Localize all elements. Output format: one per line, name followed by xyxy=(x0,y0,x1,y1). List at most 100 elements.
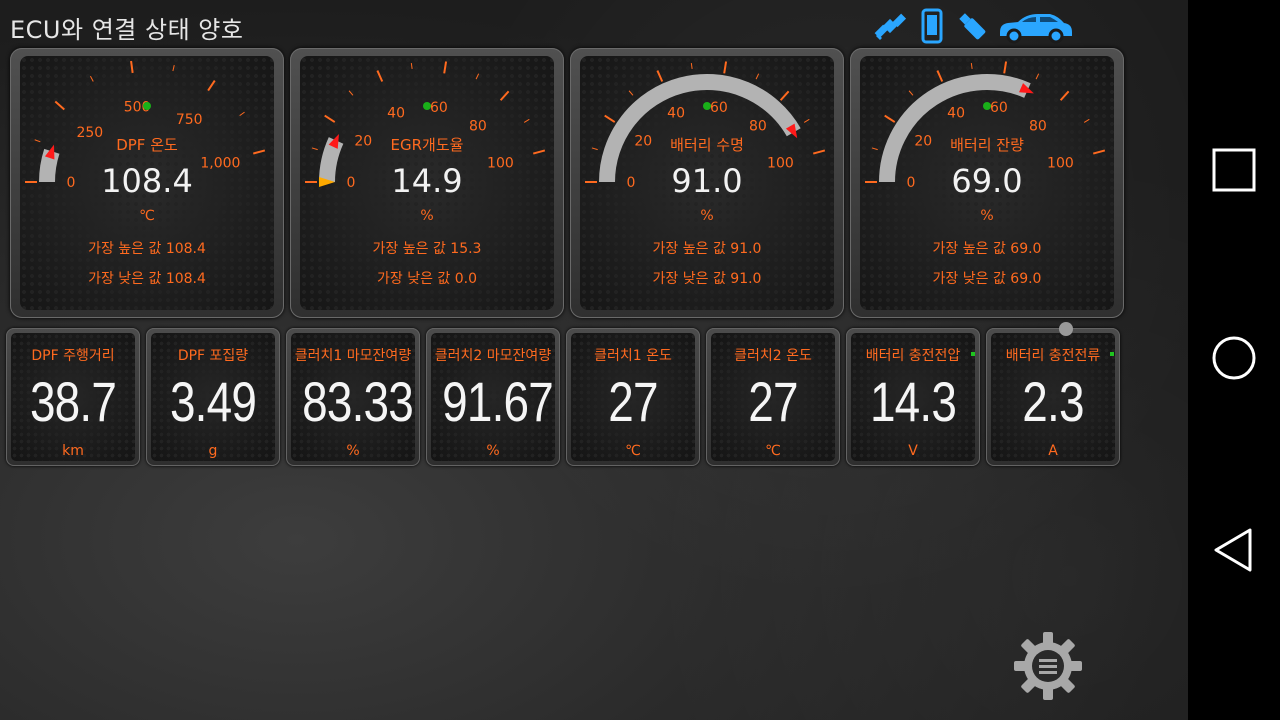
gauge-min-text: 가장 낮은 값 0.0 xyxy=(376,271,477,287)
tile-unit: % xyxy=(346,443,360,459)
home-circle-icon[interactable] xyxy=(1210,334,1258,382)
gauge-label: DPF 온도 xyxy=(116,136,178,154)
gauge-tick xyxy=(207,80,216,92)
gauge-minor-tick xyxy=(1035,73,1040,80)
gauge-minor-tick xyxy=(475,73,480,80)
gauge-minor-tick xyxy=(89,75,94,82)
gauge-minor-tick xyxy=(239,111,245,117)
tile-unit: A xyxy=(1048,443,1058,459)
connection-status-title: ECU와 연결 상태 양호 xyxy=(10,16,244,44)
tile-label: 클러치2 온도 xyxy=(734,348,812,364)
gauge-minor-tick xyxy=(410,62,413,70)
tile-dpf-soot-load[interactable]: DPF 포집량 3.49 g xyxy=(146,328,280,466)
gauge-tick-label: 60 xyxy=(710,100,728,116)
tile-label: DPF 주행거리 xyxy=(31,348,115,364)
gauge-unit: % xyxy=(420,208,434,224)
tile-unit: ℃ xyxy=(625,443,641,459)
gauge-battery-charge[interactable]: 0 20 40 60 80 100 배터리 잔량 69.0 % 가장 높은 값 69.0 … xyxy=(850,48,1124,318)
gauge-egr-opening[interactable]: 0 20 40 60 80 100 EGR개도율 14.9 % 가장 높은 값 15.3 … xyxy=(290,48,564,318)
gauge-tick xyxy=(130,60,134,74)
gauge-unit: ℃ xyxy=(139,208,155,224)
status-dot xyxy=(1110,352,1114,356)
gauge-max-text: 가장 높은 값 108.4 xyxy=(88,241,206,257)
tile-unit: % xyxy=(486,443,500,459)
gauge-unit: % xyxy=(700,208,714,224)
tile-value: 2.3 xyxy=(1022,370,1084,433)
gauge-tick-label: 60 xyxy=(990,100,1008,116)
gauge-label: 배터리 잔량 xyxy=(950,136,1024,154)
satellite-icon xyxy=(874,13,907,40)
gauge-max-text: 가장 높은 값 69.0 xyxy=(932,241,1042,257)
gauge-minor-tick xyxy=(970,62,973,70)
gauge-center-dot xyxy=(983,102,991,110)
gauge-tick-label: 80 xyxy=(469,119,487,135)
settings-gear-menu-icon[interactable] xyxy=(1012,630,1084,702)
gauge-minor-tick xyxy=(523,118,530,123)
gauge-tick xyxy=(779,90,790,101)
car-icon xyxy=(1000,14,1072,44)
gauge-tick xyxy=(604,114,616,123)
gauge-min-text: 가장 낮은 값 108.4 xyxy=(88,271,206,287)
gauge-tick xyxy=(324,114,336,123)
gauge-minor-tick xyxy=(1083,118,1090,123)
gauge-minor-tick xyxy=(803,118,810,123)
gauge-tick-label: 40 xyxy=(667,106,685,122)
gauge-tick-label: 750 xyxy=(176,112,203,128)
tile-value: 3.49 xyxy=(169,370,257,433)
status-dot xyxy=(971,352,975,356)
phone-icon xyxy=(921,8,943,44)
gauge-tick xyxy=(443,61,448,74)
gauge-max-text: 가장 높은 값 91.0 xyxy=(652,241,762,257)
gauge-minor-tick xyxy=(348,90,354,96)
usb-dongle-icon xyxy=(959,13,986,40)
tile-value: 27 xyxy=(608,370,658,433)
tile-label: 클러치2 마모잔여량 xyxy=(434,348,552,364)
tile-unit: km xyxy=(62,443,84,459)
tile-clutch1-temperature[interactable]: 클러치1 온도 27 ℃ xyxy=(566,328,700,466)
gauge-tick xyxy=(499,90,510,101)
drag-handle-dot[interactable] xyxy=(1059,322,1073,336)
back-triangle-icon[interactable] xyxy=(1210,526,1258,574)
tile-battery-charge-voltage[interactable]: 배터리 충전전압 14.3 V xyxy=(846,328,980,466)
recents-square-icon[interactable] xyxy=(1210,146,1258,194)
tile-value: 91.67 xyxy=(442,370,554,433)
gauge-value: 108.4 xyxy=(101,162,193,200)
gauge-tick xyxy=(1003,61,1008,74)
gauge-minor-tick xyxy=(628,90,634,96)
gauge-max-text: 가장 높은 값 15.3 xyxy=(372,241,482,257)
tile-unit: g xyxy=(208,443,218,459)
gauge-unit: % xyxy=(980,208,994,224)
tile-value: 27 xyxy=(748,370,798,433)
gauge-center-dot xyxy=(423,102,431,110)
gauge-tick xyxy=(1059,90,1070,101)
tile-label: DPF 포집량 xyxy=(177,348,249,364)
gauge-tick-label: 60 xyxy=(430,100,448,116)
gauge-value: 91.0 xyxy=(671,162,743,200)
gauge-minor-tick xyxy=(690,62,693,70)
tile-value: 83.33 xyxy=(302,370,414,433)
gauge-tick-label: 80 xyxy=(1029,119,1047,135)
gauge-dpf-temperature[interactable]: 0 250 500 750 1,000 DPF 온도 108.4 ℃ 가장 높은 값 1… xyxy=(10,48,284,318)
tile-clutch1-wear[interactable]: 클러치1 마모잔여량 83.33 % xyxy=(286,328,420,466)
gauge-tick xyxy=(936,70,944,82)
tile-battery-charge-current[interactable]: 배터리 충전전류 2.3 A xyxy=(986,328,1120,466)
tile-value: 38.7 xyxy=(29,370,117,433)
gauge-tick xyxy=(54,100,65,111)
gauge-battery-life[interactable]: 0 20 40 60 80 100 배터리 수명 91.0 % 가장 높은 값 91.0 … xyxy=(570,48,844,318)
gauge-label: 배터리 수명 xyxy=(670,136,744,154)
tile-unit: ℃ xyxy=(765,443,781,459)
gauge-tick xyxy=(656,70,664,82)
gauge-tick-label: 40 xyxy=(387,106,405,122)
tile-label: 배터리 충전전압 xyxy=(865,348,961,364)
gauge-tick-label: 80 xyxy=(749,119,767,135)
tile-dpf-distance[interactable]: DPF 주행거리 38.7 km xyxy=(6,328,140,466)
gauge-minor-tick xyxy=(755,73,760,80)
tile-clutch2-temperature[interactable]: 클러치2 온도 27 ℃ xyxy=(706,328,840,466)
gauge-tick-label: 40 xyxy=(947,106,965,122)
gauge-value: 69.0 xyxy=(951,162,1023,200)
tile-clutch2-wear[interactable]: 클러치2 마모잔여량 91.67 % xyxy=(426,328,560,466)
android-navigation-bar xyxy=(1188,0,1280,720)
gauge-tick xyxy=(884,114,896,123)
tile-label: 배터리 충전전류 xyxy=(1005,348,1101,364)
gauge-min-text: 가장 낮은 값 91.0 xyxy=(652,271,762,287)
